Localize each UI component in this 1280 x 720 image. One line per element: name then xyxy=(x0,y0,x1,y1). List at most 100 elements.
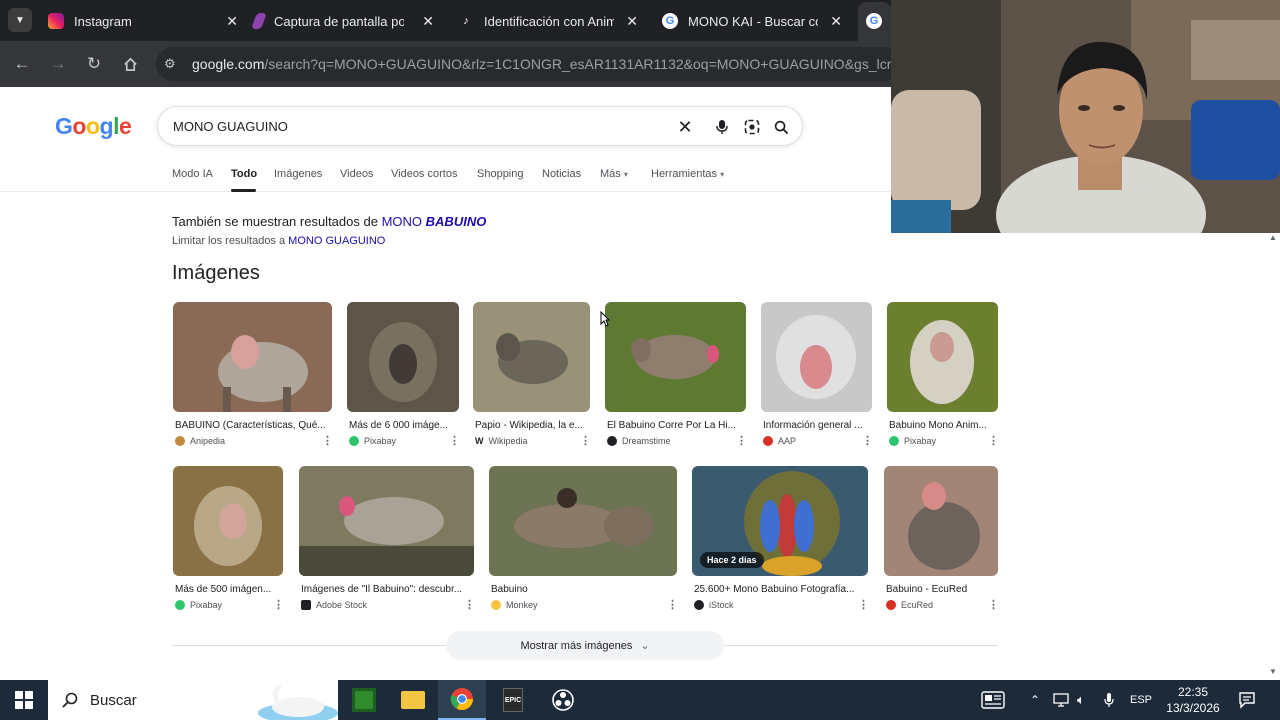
taskbar-epic-games[interactable]: EPIC xyxy=(489,680,537,720)
original-query-link[interactable]: MONO GUAGUINO xyxy=(288,235,385,247)
tools-button[interactable]: Herramientas ▾ xyxy=(651,168,724,180)
clear-icon[interactable]: ✕ xyxy=(674,116,696,138)
image-thumbnail[interactable] xyxy=(473,302,590,412)
close-tab-icon[interactable]: ✕ xyxy=(830,13,842,30)
image-result[interactable]: Papio - Wikipedia, la e... W Wikipedia ⋮ xyxy=(473,302,591,452)
forward-arrow-icon[interactable]: → xyxy=(45,51,71,77)
taskbar-file-explorer[interactable] xyxy=(389,680,437,720)
tab-active[interactable]: G xyxy=(858,2,891,41)
tab-mas[interactable]: Más ▾ xyxy=(600,168,628,180)
image-title[interactable]: Babuino - EcuRed xyxy=(886,584,998,595)
more-options-icon[interactable]: ⋮ xyxy=(449,434,460,447)
notifications-icon[interactable] xyxy=(1238,680,1256,720)
close-tab-icon[interactable]: ✕ xyxy=(626,13,638,30)
address-bar[interactable]: ⚙ google.com/search?q=MONO+GUAGUINO&rlz=… xyxy=(156,47,901,81)
tab-captura[interactable]: Captura de pantalla por ✕ xyxy=(251,6,434,36)
image-title[interactable]: 25.600+ Mono Babuino Fotografía... xyxy=(694,584,868,595)
page-scrollbar[interactable]: ▲ ▼ xyxy=(1266,233,1280,680)
tab-identificacion[interactable]: ♪ Identificación con Anim ✕ xyxy=(458,6,638,36)
image-result[interactable]: Babuino Mono Anim... Pixabay ⋮ xyxy=(887,302,999,452)
search-box[interactable]: MONO GUAGUINO ✕ xyxy=(157,106,803,146)
chevron-down-icon: ▼ xyxy=(15,14,25,26)
show-more-images-button[interactable]: Mostrar más imágenes ⌄ xyxy=(446,631,724,660)
volume-icon[interactable]: 🔈︎ xyxy=(1077,680,1085,720)
more-options-icon[interactable]: ⋮ xyxy=(988,598,999,611)
image-title[interactable]: BABUINO (Características, Qué... xyxy=(175,420,332,431)
reload-icon[interactable]: ↻ xyxy=(81,51,107,77)
network-icon[interactable] xyxy=(1053,680,1069,720)
image-thumbnail[interactable] xyxy=(605,302,746,412)
more-options-icon[interactable]: ⋮ xyxy=(858,598,869,611)
corrected-query-link[interactable]: MONO BABUINO xyxy=(382,214,487,229)
image-result[interactable]: Imágenes de "Il Babuino": descubr... Ado… xyxy=(299,466,475,616)
image-thumbnail[interactable] xyxy=(173,302,332,412)
tab-mono-kai[interactable]: G MONO KAI - Buscar con ✕ xyxy=(662,6,842,36)
more-options-icon[interactable]: ⋮ xyxy=(322,434,333,447)
image-title[interactable]: Más de 6 000 imáge... xyxy=(349,420,459,431)
close-tab-icon[interactable]: ✕ xyxy=(226,13,238,30)
image-result[interactable]: Más de 500 imágen... Pixabay ⋮ xyxy=(173,466,284,616)
site-info-icon[interactable]: ⚙ xyxy=(164,56,186,72)
image-result[interactable]: El Babuino Corre Por La Hi... Dreamstime… xyxy=(605,302,747,452)
scroll-up-icon[interactable]: ▲ xyxy=(1269,233,1277,242)
taskbar-obs[interactable] xyxy=(539,680,587,720)
more-options-icon[interactable]: ⋮ xyxy=(464,598,475,611)
more-options-icon[interactable]: ⋮ xyxy=(273,598,284,611)
start-button[interactable] xyxy=(0,680,48,720)
image-title[interactable]: Papio - Wikipedia, la e... xyxy=(475,420,590,431)
tray-overflow-icon[interactable]: ⌃ xyxy=(1030,680,1040,720)
image-thumbnail[interactable] xyxy=(299,466,474,576)
image-result[interactable]: Más de 6 000 imáge... Pixabay ⋮ xyxy=(347,302,460,452)
more-options-icon[interactable]: ⋮ xyxy=(862,434,873,447)
search-input[interactable]: MONO GUAGUINO xyxy=(173,119,288,134)
language-indicator[interactable]: ESP xyxy=(1130,680,1152,720)
image-result[interactable]: Babuino - EcuRed EcuRed ⋮ xyxy=(884,466,999,616)
image-thumbnail[interactable]: Hace 2 días xyxy=(692,466,868,576)
tab-videos-cortos[interactable]: Videos cortos xyxy=(391,168,457,180)
more-options-icon[interactable]: ⋮ xyxy=(736,434,747,447)
image-thumbnail[interactable] xyxy=(173,466,283,576)
image-title[interactable]: Imágenes de "Il Babuino": descubr... xyxy=(301,584,474,595)
tab-todo[interactable]: Todo xyxy=(231,168,257,180)
microphone-icon[interactable] xyxy=(1104,680,1114,720)
taskbar-search[interactable]: Buscar xyxy=(48,680,338,720)
image-thumbnail[interactable] xyxy=(887,302,998,412)
more-options-icon[interactable]: ⋮ xyxy=(580,434,591,447)
close-tab-icon[interactable]: ✕ xyxy=(422,13,434,30)
image-thumbnail[interactable] xyxy=(884,466,998,576)
image-title[interactable]: Babuino xyxy=(491,584,677,595)
tab-videos[interactable]: Videos xyxy=(340,168,373,180)
tab-modo-ia[interactable]: Modo IA xyxy=(172,168,213,180)
image-result[interactable]: Información general ... AAP ⋮ xyxy=(761,302,873,452)
scroll-down-icon[interactable]: ▼ xyxy=(1269,667,1277,676)
image-title[interactable]: Más de 500 imágen... xyxy=(175,584,283,595)
recency-badge: Hace 2 días xyxy=(700,552,764,568)
image-thumbnail[interactable] xyxy=(489,466,677,576)
tab-imagenes[interactable]: Imágenes xyxy=(274,168,322,180)
tray-news-icon[interactable] xyxy=(981,680,1005,720)
microphone-icon[interactable] xyxy=(711,116,733,138)
clock[interactable]: 22:35 13/3/2026 xyxy=(1160,680,1226,720)
image-thumbnail[interactable] xyxy=(761,302,872,412)
image-thumbnail[interactable] xyxy=(347,302,459,412)
tab-instagram[interactable]: Instagram ✕ xyxy=(48,6,238,36)
search-icon[interactable] xyxy=(770,116,792,138)
image-title[interactable]: Información general ... xyxy=(763,420,872,431)
more-options-icon[interactable]: ⋮ xyxy=(667,598,678,611)
image-result[interactable]: Babuino Monkey ⋮ xyxy=(489,466,678,616)
image-result[interactable]: BABUINO (Características, Qué... Anipedi… xyxy=(173,302,333,452)
tab-shopping[interactable]: Shopping xyxy=(477,168,524,180)
back-arrow-icon[interactable]: ← xyxy=(9,51,35,77)
image-result[interactable]: Hace 2 días 25.600+ Mono Babuino Fotogra… xyxy=(692,466,869,616)
google-logo[interactable]: Google xyxy=(55,113,132,140)
tab-search-dropdown[interactable]: ▼ xyxy=(8,8,32,32)
taskbar-minecraft[interactable] xyxy=(340,680,388,720)
lens-icon[interactable] xyxy=(741,116,763,138)
image-title[interactable]: Babuino Mono Anim... xyxy=(889,420,998,431)
image-title[interactable]: El Babuino Corre Por La Hi... xyxy=(607,420,746,431)
source-name: iStock xyxy=(709,600,734,610)
more-options-icon[interactable]: ⋮ xyxy=(988,434,999,447)
tab-noticias[interactable]: Noticias xyxy=(542,168,581,180)
taskbar-chrome[interactable] xyxy=(438,680,486,720)
home-icon[interactable] xyxy=(117,51,143,77)
